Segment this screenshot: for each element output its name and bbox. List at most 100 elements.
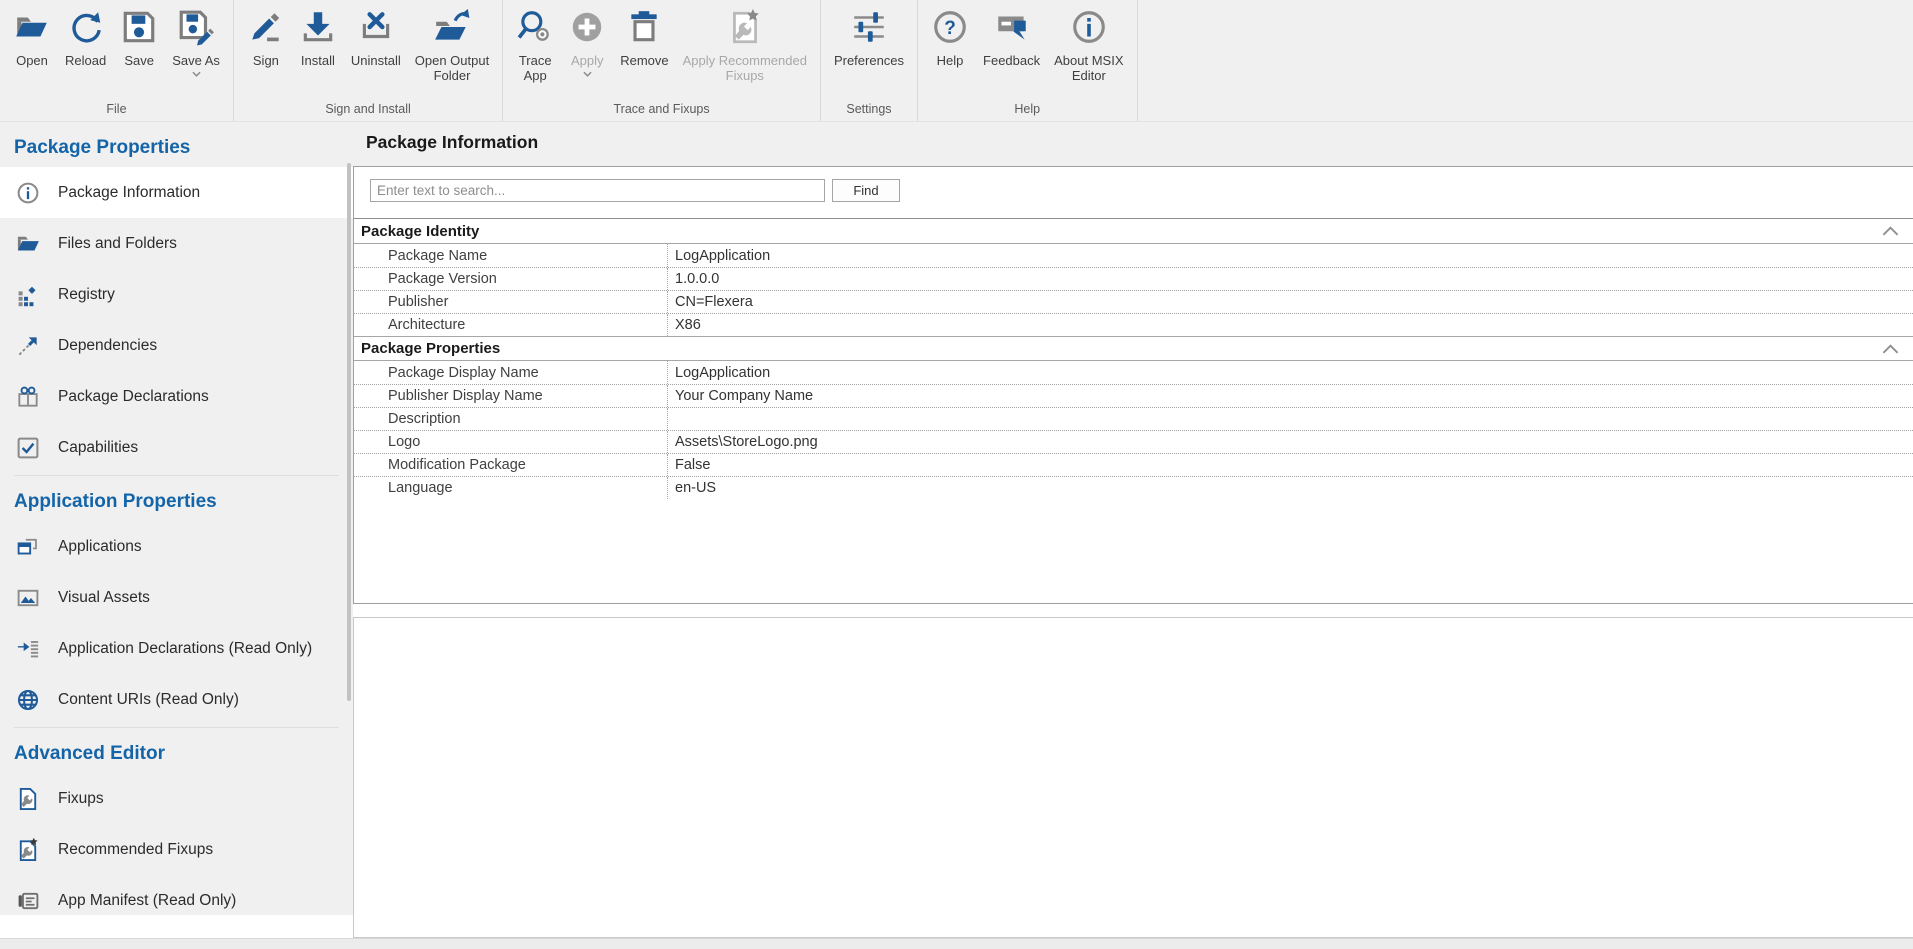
ribbon-button-save[interactable]: Save — [113, 6, 165, 70]
empty-lower-panel — [353, 617, 1913, 938]
grid-value-package-name[interactable]: LogApplication — [668, 244, 1913, 267]
ribbon-button-preferences[interactable]: Preferences — [827, 6, 911, 70]
grid-value-description[interactable] — [668, 408, 1913, 430]
package-declarations-icon — [15, 384, 41, 410]
applications-icon — [15, 534, 41, 560]
info-circle-icon — [15, 180, 41, 206]
ribbon-button-sign[interactable]: Sign — [240, 6, 292, 70]
ribbon-button-about-msix-editor[interactable]: About MSIXEditor — [1047, 6, 1130, 85]
grid-row-publisher-display-name: Publisher Display NameYour Company Name — [354, 384, 1913, 407]
sidebar-heading-advanced-editor: Advanced Editor — [0, 728, 353, 773]
sidebar-item-label: Dependencies — [58, 337, 157, 355]
ribbon-group-label: Sign and Install — [238, 100, 498, 121]
sidebar-item-dependencies[interactable]: Dependencies — [0, 320, 353, 371]
grid-label: Architecture — [354, 314, 668, 336]
files-folders-icon — [15, 231, 41, 257]
sidebar-item-label: Fixups — [58, 790, 104, 808]
grid-group-package-identity: Package Identity Package NameLogApplicati… — [354, 219, 1913, 336]
sidebar-item-label: Applications — [58, 538, 142, 556]
uninstall-icon — [357, 8, 395, 46]
registry-icon — [15, 282, 41, 308]
ribbon-button-feedback[interactable]: Feedback — [976, 6, 1047, 70]
find-button[interactable]: Find — [832, 179, 900, 202]
ribbon-toolbar: OpenReloadSaveSave AsFileSignInstallUnin… — [0, 0, 1913, 122]
ribbon-button-trace-app[interactable]: TraceApp — [509, 6, 561, 85]
ribbon-button-open-output-folder[interactable]: Open OutputFolder — [408, 6, 496, 85]
grid-group-package-properties: Package PropertiesPackage Display NameLo… — [354, 336, 1913, 499]
svg-text:?: ? — [944, 18, 956, 39]
sidebar-item-package-declarations[interactable]: Package Declarations — [0, 371, 353, 422]
ribbon-button-label: TraceApp — [519, 53, 552, 83]
sidebar-item-fixups[interactable]: Fixups — [0, 773, 353, 824]
grid-row-description: Description — [354, 407, 1913, 430]
grid-row-architecture: ArchitectureX86 — [354, 313, 1913, 336]
ribbon-button-label: Preferences — [834, 53, 904, 68]
ribbon-button-reload[interactable]: Reload — [58, 6, 113, 70]
collapse-chevron-icon[interactable] — [1882, 344, 1899, 354]
ribbon-button-label: Apply RecommendedFixups — [683, 53, 807, 83]
ribbon-button-open[interactable]: Open — [6, 6, 58, 70]
ribbon-button-save-as[interactable]: Save As — [165, 6, 227, 79]
grid-value-package-version[interactable]: 1.0.0.0 — [668, 268, 1913, 290]
sidebar-item-applications[interactable]: Applications — [0, 521, 353, 572]
sidebar-item-label: Registry — [58, 286, 115, 304]
grid-value-logo[interactable]: Assets\StoreLogo.png — [668, 431, 1913, 453]
grid-row-package-name: Package NameLogApplication — [354, 244, 1913, 267]
about-icon — [1070, 8, 1108, 46]
ribbon-group-file: OpenReloadSaveSave AsFile — [0, 0, 234, 121]
sidebar-heading-application-properties: Application Properties — [0, 476, 353, 521]
ribbon-button-label: Remove — [620, 53, 668, 68]
open-folder-icon — [13, 8, 51, 46]
collapse-chevron-icon[interactable] — [1882, 226, 1899, 236]
grid-value-publisher[interactable]: CN=Flexera — [668, 291, 1913, 313]
visual-assets-icon — [15, 585, 41, 611]
sidebar-item-visual-assets[interactable]: Visual Assets — [0, 572, 353, 623]
ribbon-button-apply-recommended-fixups: Apply RecommendedFixups — [676, 6, 814, 85]
content-uris-icon — [15, 687, 41, 713]
sidebar-item-label: Package Information — [58, 184, 200, 202]
grid-value-language[interactable]: en-US — [668, 477, 1913, 499]
grid-group-title: Package Identity — [361, 223, 479, 240]
sidebar-item-capabilities[interactable]: Capabilities — [0, 422, 353, 473]
page-title: Package Information — [353, 122, 1913, 153]
recommended-fixups-icon — [726, 8, 764, 46]
sidebar-item-content-uris-read-only[interactable]: Content URIs (Read Only) — [0, 674, 353, 725]
ribbon-button-label: Save As — [172, 53, 220, 68]
grid-row-language: Languageen-US — [354, 476, 1913, 499]
grid-label: Description — [354, 408, 668, 430]
ribbon-group-sign-and-install: SignInstallUninstallOpen OutputFolder Sig… — [234, 0, 503, 121]
status-strip — [0, 938, 1913, 949]
chevron-down-icon[interactable] — [192, 71, 201, 77]
sidebar-item-registry[interactable]: Registry — [0, 269, 353, 320]
recommended-fixups-side-icon — [15, 837, 41, 863]
sidebar-item-app-manifest-read-only[interactable]: App Manifest (Read Only) — [0, 875, 353, 915]
grid-value-modification-package[interactable]: False — [668, 454, 1913, 476]
ribbon-group-label: Trace and Fixups — [507, 100, 816, 121]
chevron-down-icon[interactable] — [583, 71, 592, 77]
ribbon-button-install[interactable]: Install — [292, 6, 344, 70]
ribbon-button-label: Reload — [65, 53, 106, 68]
sidebar-item-label: Content URIs (Read Only) — [58, 691, 239, 709]
remove-icon — [625, 8, 663, 46]
sidebar-item-files-and-folders[interactable]: Files and Folders — [0, 218, 353, 269]
sidebar-item-package-information[interactable]: Package Information — [0, 167, 353, 218]
grid-value-architecture[interactable]: X86 — [668, 314, 1913, 336]
ribbon-button-label: Help — [937, 53, 964, 68]
grid-label: Language — [354, 477, 668, 499]
ribbon-button-remove[interactable]: Remove — [613, 6, 675, 70]
sidebar-item-application-declarations-read-only[interactable]: Application Declarations (Read Only) — [0, 623, 353, 674]
search-input[interactable] — [370, 179, 825, 202]
ribbon-button-uninstall[interactable]: Uninstall — [344, 6, 408, 70]
feedback-icon — [993, 8, 1031, 46]
grid-value-publisher-display-name[interactable]: Your Company Name — [668, 385, 1913, 407]
grid-value-package-display-name[interactable]: LogApplication — [668, 361, 1913, 384]
ribbon-button-help[interactable]: ? Help — [924, 6, 976, 70]
sidebar-scrollbar[interactable] — [347, 163, 351, 701]
sidebar-item-recommended-fixups[interactable]: Recommended Fixups — [0, 824, 353, 875]
save-as-icon — [177, 8, 215, 46]
sidebar-item-label: Package Declarations — [58, 388, 209, 406]
grid-row-publisher: PublisherCN=Flexera — [354, 290, 1913, 313]
ribbon-button-label: Open OutputFolder — [415, 53, 489, 83]
ribbon-button-label: Save — [124, 53, 154, 68]
ribbon-group-label: Help — [922, 100, 1132, 121]
